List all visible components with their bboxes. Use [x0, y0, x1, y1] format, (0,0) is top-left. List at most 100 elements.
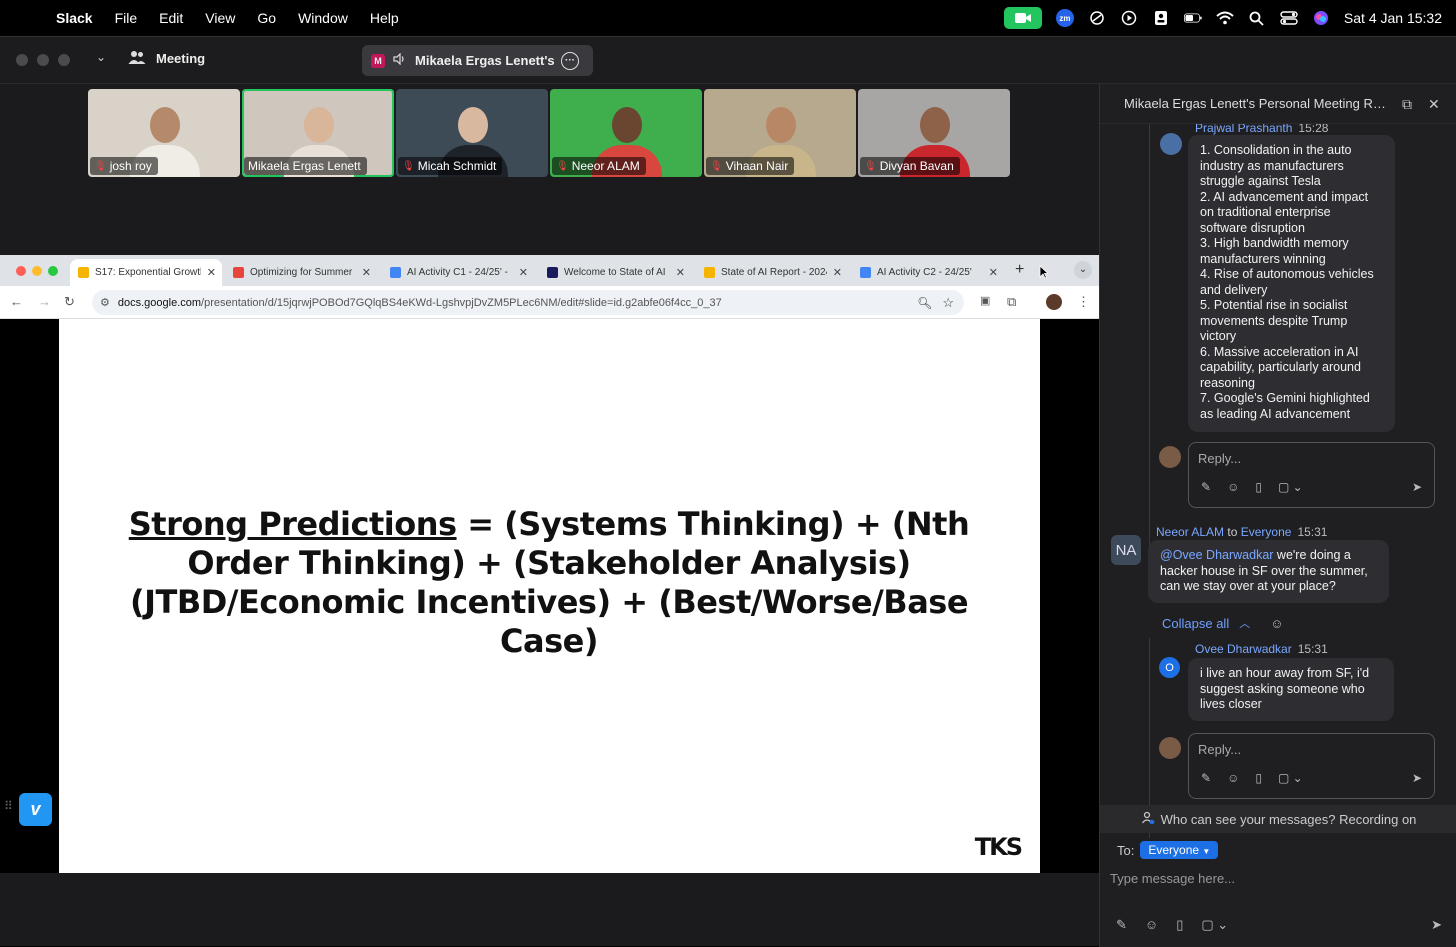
play-icon[interactable]	[1120, 9, 1138, 27]
browser-minimize-button[interactable]	[32, 266, 42, 276]
back-arrow-icon[interactable]: ←	[10, 294, 23, 309]
add-reaction-icon[interactable]: ☺	[1270, 616, 1283, 631]
message-line: reasoning	[1200, 375, 1255, 390]
chrome-menu-icon[interactable]: ⋮	[1077, 294, 1090, 310]
menu-view[interactable]: View	[205, 10, 235, 26]
recipient-select[interactable]: Everyone ▼	[1140, 841, 1219, 859]
menu-edit[interactable]: Edit	[159, 10, 183, 26]
emoji-icon[interactable]: ☺	[1227, 480, 1239, 494]
participant-name: Mikaela Ergas Lenett	[248, 159, 361, 173]
menu-window[interactable]: Window	[298, 10, 348, 26]
file-icon[interactable]: ▯	[1176, 917, 1183, 933]
siri-icon[interactable]	[1312, 9, 1330, 27]
send-icon[interactable]: ➤	[1412, 771, 1422, 785]
extensions-puzzle-icon[interactable]: ⧉	[1007, 294, 1016, 310]
participant-tile[interactable]: 🎙︎ Divyan Bavan	[858, 89, 1010, 177]
browser-close-button[interactable]	[16, 266, 26, 276]
profile-avatar[interactable]	[1046, 294, 1062, 310]
meeting-info[interactable]: Meeting	[128, 49, 205, 68]
chat-message-bubble[interactable]: 1. Consolidation in the auto industry as …	[1188, 135, 1395, 432]
tab-close-icon[interactable]: ✕	[207, 266, 216, 279]
screenshot-icon[interactable]: ▢ ⌄	[1278, 771, 1303, 785]
bookmark-star-icon[interactable]: ☆	[942, 295, 954, 311]
message-input[interactable]: Type message here...	[1110, 864, 1430, 892]
participant-tile[interactable]: 🎙︎ Vihaan Nair	[704, 89, 856, 177]
format-icon[interactable]: ✎	[1201, 771, 1211, 785]
tab-close-icon[interactable]: ✕	[519, 266, 528, 279]
participant-tile[interactable]: 🎙︎ Neeor ALAM	[550, 89, 702, 177]
zoom-lens-icon[interactable]: 🔍︎	[917, 296, 932, 310]
ovee-message-bubble[interactable]: i live an hour away from SF, i'd suggest…	[1188, 658, 1394, 721]
send-icon[interactable]: ➤	[1431, 917, 1442, 933]
file-icon[interactable]: ▯	[1255, 771, 1262, 785]
tab-search-icon[interactable]: ⌄	[1074, 261, 1092, 279]
tab-close-icon[interactable]: ✕	[362, 266, 371, 279]
tab-close-icon[interactable]: ✕	[676, 266, 685, 279]
participant-tile[interactable]: Mikaela Ergas Lenett	[242, 89, 394, 177]
browser-tab[interactable]: Optimizing for Summer ✕	[225, 259, 377, 286]
app-name-menu[interactable]: Slack	[56, 10, 93, 26]
new-tab-icon[interactable]: +	[1015, 261, 1024, 279]
window-close-button[interactable]	[16, 54, 28, 66]
battery-icon[interactable]	[1183, 9, 1202, 27]
tab-close-icon[interactable]: ✕	[989, 266, 998, 279]
collapse-all-button[interactable]: Collapse all ︿ ☺	[1162, 615, 1283, 631]
screenshot-icon[interactable]: ▢ ⌄	[1278, 480, 1303, 494]
close-icon[interactable]: ✕	[1428, 96, 1440, 113]
wifi-icon[interactable]	[1216, 9, 1234, 27]
emoji-icon[interactable]: ☺	[1227, 771, 1239, 785]
menubar-clock[interactable]: Sat 4 Jan 15:32	[1344, 10, 1442, 26]
participant-video	[920, 107, 950, 143]
spotlight-search-icon[interactable]	[1248, 9, 1266, 27]
drag-handle-icon[interactable]: ⠿	[4, 800, 13, 812]
emoji-icon[interactable]: ☺	[1145, 917, 1158, 933]
message-line: 2. AI advancement and impact	[1200, 189, 1369, 204]
chevron-down-icon[interactable]: ⌄	[96, 50, 106, 64]
participant-tile[interactable]: 🎙︎ Micah Schmidt	[396, 89, 548, 177]
reload-icon[interactable]: ↻	[64, 294, 75, 310]
url-bar[interactable]: ⚙ docs.google.com/presentation/d/15jqrwj…	[92, 290, 964, 315]
extension-icon[interactable]: ▣	[980, 294, 990, 307]
mention[interactable]: @Ovee Dharwadkar	[1160, 548, 1273, 562]
participant-name-tag: 🎙︎ Neeor ALAM	[552, 157, 646, 175]
site-settings-icon[interactable]: ⚙	[100, 296, 110, 309]
control-center-icon[interactable]	[1280, 9, 1298, 27]
browser-tab[interactable]: AI Activity C1 - 24/25' - ✕	[382, 259, 534, 286]
neeor-sender[interactable]: Neeor ALAM	[1156, 525, 1224, 539]
neeor-message-bubble[interactable]: @Ovee Dharwadkar we're doing a hacker ho…	[1148, 540, 1389, 603]
zoom-video-status-icon[interactable]	[1003, 7, 1042, 29]
file-icon[interactable]: ▯	[1255, 480, 1262, 494]
menu-help[interactable]: Help	[370, 10, 399, 26]
send-icon[interactable]: ➤	[1412, 480, 1422, 494]
tab-close-icon[interactable]: ✕	[833, 266, 842, 279]
user-badge-icon[interactable]	[1152, 9, 1170, 27]
screen-share-indicator[interactable]: M Mikaela Ergas Lenett's sc ···	[362, 45, 593, 76]
window-minimize-button[interactable]	[37, 54, 49, 66]
zoom-app-icon[interactable]: zm	[1055, 9, 1074, 27]
tab-favicon-icon	[704, 267, 715, 278]
vimeo-icon[interactable]: v	[19, 793, 52, 826]
reply-box[interactable]: Reply... ✎ ☺ ▯ ▢ ⌄ ➤	[1188, 442, 1435, 508]
menu-go[interactable]: Go	[257, 10, 276, 26]
forward-arrow-icon[interactable]: →	[38, 294, 51, 309]
more-options-icon[interactable]: ···	[561, 51, 579, 70]
window-maximize-button[interactable]	[58, 54, 70, 66]
sync-icon[interactable]	[1088, 9, 1106, 27]
screenshot-icon[interactable]: ▢ ⌄	[1201, 917, 1228, 933]
reply-box[interactable]: Reply... ✎ ☺ ▯ ▢ ⌄ ➤	[1188, 733, 1435, 799]
message-line: movements despite Trump	[1200, 313, 1348, 328]
participant-video	[766, 107, 796, 143]
browser-tab[interactable]: State of AI Report - 2024 ✕	[696, 259, 848, 286]
browser-maximize-button[interactable]	[48, 266, 58, 276]
pop-out-icon[interactable]: ⧉	[1402, 96, 1412, 113]
neeor-recipient[interactable]: Everyone	[1241, 525, 1292, 539]
browser-tab[interactable]: Welcome to State of AI ✕	[539, 259, 691, 286]
format-icon[interactable]: ✎	[1201, 480, 1211, 494]
format-icon[interactable]: ✎	[1116, 917, 1127, 933]
browser-tab[interactable]: AI Activity C2 - 24/25' ✕	[852, 259, 1004, 286]
browser-tab[interactable]: S17: Exponential Growth ✕	[70, 259, 222, 286]
menu-file[interactable]: File	[115, 10, 138, 26]
privacy-notice[interactable]: Who can see your messages? Recording on	[1100, 805, 1456, 833]
ovee-sender[interactable]: Ovee Dharwadkar	[1195, 642, 1292, 656]
participant-tile[interactable]: 🎙︎ josh roy	[88, 89, 240, 177]
